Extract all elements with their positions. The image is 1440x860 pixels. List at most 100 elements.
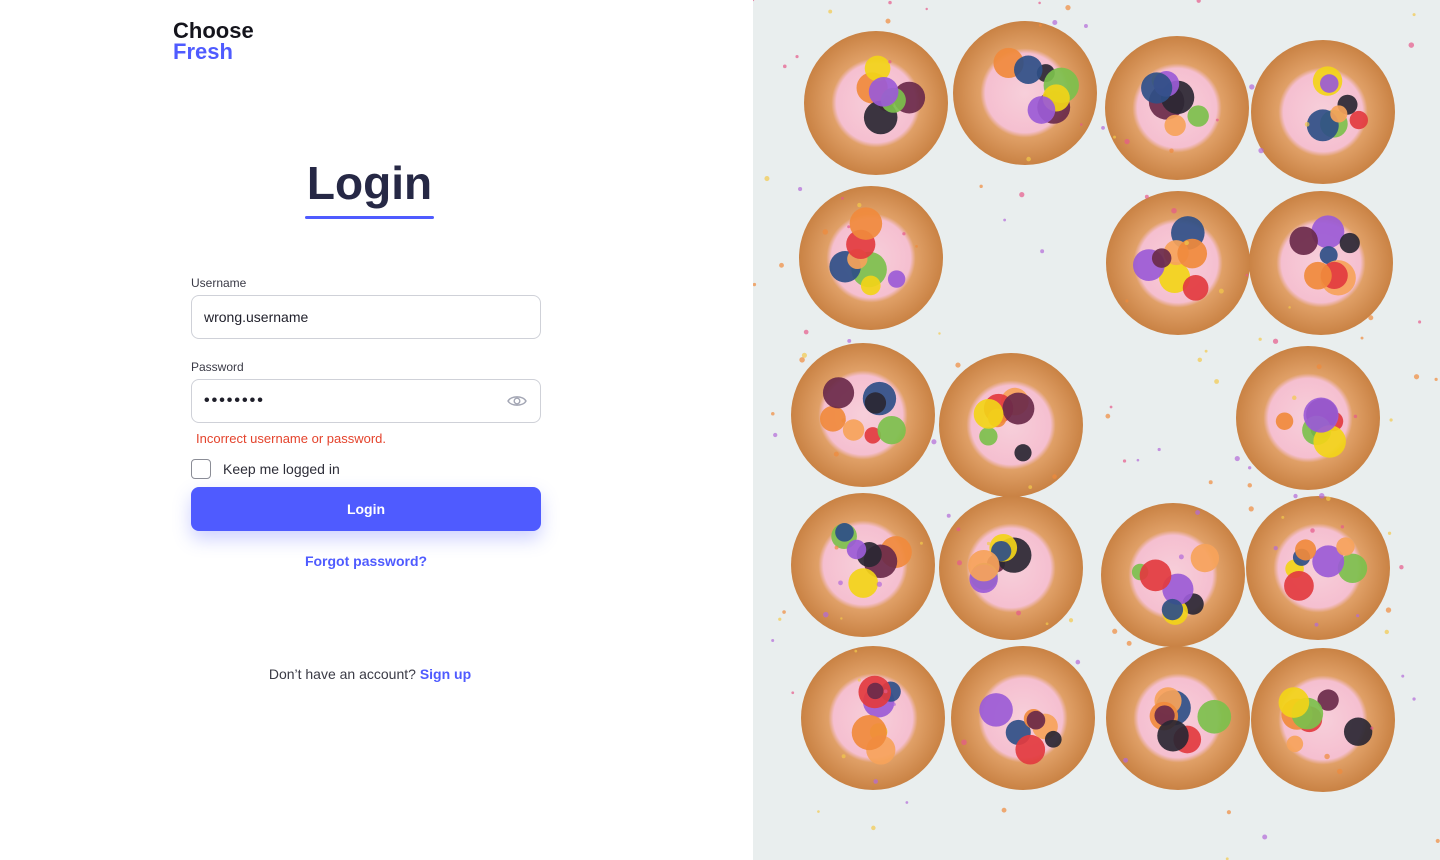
sprinkle [986, 541, 991, 546]
sprinkle [1340, 525, 1345, 529]
sprinkle [1109, 405, 1113, 409]
sprinkle [1245, 273, 1249, 277]
sprinkle [1122, 459, 1127, 463]
fruit [968, 549, 1000, 582]
fruit [1177, 238, 1208, 269]
fruit-tarts-illustration [753, 0, 1440, 860]
sprinkle [1319, 493, 1325, 499]
sprinkle [902, 232, 906, 236]
fruit [1295, 539, 1317, 561]
sprinkle [1272, 338, 1279, 344]
fruit [864, 392, 887, 414]
sprinkle [823, 611, 829, 618]
sprinkle [1105, 413, 1111, 419]
fruit [1044, 730, 1062, 748]
username-field[interactable]: wrong.username [191, 295, 541, 339]
sprinkle [1195, 510, 1201, 515]
fruit [860, 275, 881, 296]
fruit [1278, 687, 1310, 718]
signup-link[interactable]: Sign up [420, 666, 471, 682]
sprinkle [1112, 628, 1118, 634]
fruit [1026, 710, 1046, 730]
sprinkle [795, 54, 799, 59]
sprinkle [1208, 480, 1213, 485]
fruit [1141, 72, 1173, 104]
password-field[interactable]: •••••••• [191, 379, 541, 423]
sprinkle [885, 18, 891, 24]
sprinkle [1214, 379, 1220, 384]
sprinkle [1412, 697, 1416, 701]
login-error-message: Incorrect username or password. [196, 431, 387, 446]
keep-logged-in-label[interactable]: Keep me logged in [223, 461, 340, 477]
forgot-password-text[interactable]: Forgot password? [305, 553, 427, 569]
sprinkle [979, 184, 983, 188]
signup-row: Don’t have an account? Sign up [191, 666, 549, 682]
sprinkle [915, 244, 918, 248]
sprinkle [1293, 493, 1298, 499]
sprinkle [841, 418, 846, 423]
sprinkle [1171, 207, 1177, 214]
sprinkle [1412, 13, 1416, 17]
sprinkle [1016, 610, 1021, 616]
sprinkle [779, 262, 784, 268]
sprinkle [1083, 24, 1088, 28]
fruit [846, 539, 867, 560]
sprinkle [1262, 834, 1268, 840]
keep-logged-in-checkbox[interactable] [191, 459, 211, 479]
sprinkle [1038, 23, 1042, 27]
fruit [835, 523, 854, 542]
login-button[interactable]: Login [191, 487, 541, 531]
sprinkle [771, 411, 775, 416]
sprinkle [771, 639, 775, 643]
sprinkle [925, 7, 928, 11]
sprinkle [1248, 466, 1252, 470]
sprinkle [1196, 0, 1201, 3]
sprinkle [822, 229, 829, 235]
sprinkle [1258, 147, 1264, 154]
eye-icon[interactable] [506, 394, 528, 408]
fruit [1275, 412, 1294, 430]
sprinkle [1281, 515, 1285, 519]
sprinkle [817, 810, 820, 813]
sprinkle [857, 202, 862, 208]
sprinkle [1413, 374, 1420, 380]
sprinkle [1249, 84, 1255, 90]
sprinkle [782, 610, 786, 614]
sprinkle [1144, 194, 1149, 199]
sprinkle [1310, 528, 1315, 533]
sprinkle [847, 338, 852, 343]
sprinkle [1325, 496, 1331, 501]
password-label: Password [191, 360, 244, 374]
sprinkle [1068, 618, 1074, 623]
fruit [1349, 110, 1368, 130]
sprinkle [753, 0, 755, 2]
sprinkle [883, 689, 888, 694]
tart [951, 646, 1095, 790]
sprinkle [1136, 458, 1140, 462]
sprinkle [1401, 674, 1405, 678]
fruit [1336, 537, 1355, 556]
tart [791, 343, 935, 487]
sprinkle [1026, 156, 1031, 162]
sprinkle [956, 560, 963, 566]
fruit [1182, 275, 1209, 301]
sprinkle [1292, 395, 1297, 401]
fruit [1014, 55, 1043, 84]
sprinkle [946, 513, 951, 518]
sprinkle [1258, 337, 1262, 341]
sprinkle [905, 801, 909, 804]
sprinkle [1080, 123, 1083, 126]
sprinkle [854, 649, 858, 653]
fruit [1015, 734, 1046, 765]
title-underline [305, 216, 434, 219]
sprinkle [1178, 554, 1184, 560]
sprinkle [1360, 336, 1364, 340]
fruit [851, 715, 887, 751]
brand-line-2: Fresh [173, 39, 233, 64]
sprinkle [1337, 768, 1343, 775]
sprinkle [1184, 240, 1189, 246]
fruit [1303, 397, 1339, 433]
brand-logo[interactable]: Choose Fresh [173, 20, 254, 64]
fruit [848, 568, 879, 598]
sprinkle [1075, 659, 1081, 665]
